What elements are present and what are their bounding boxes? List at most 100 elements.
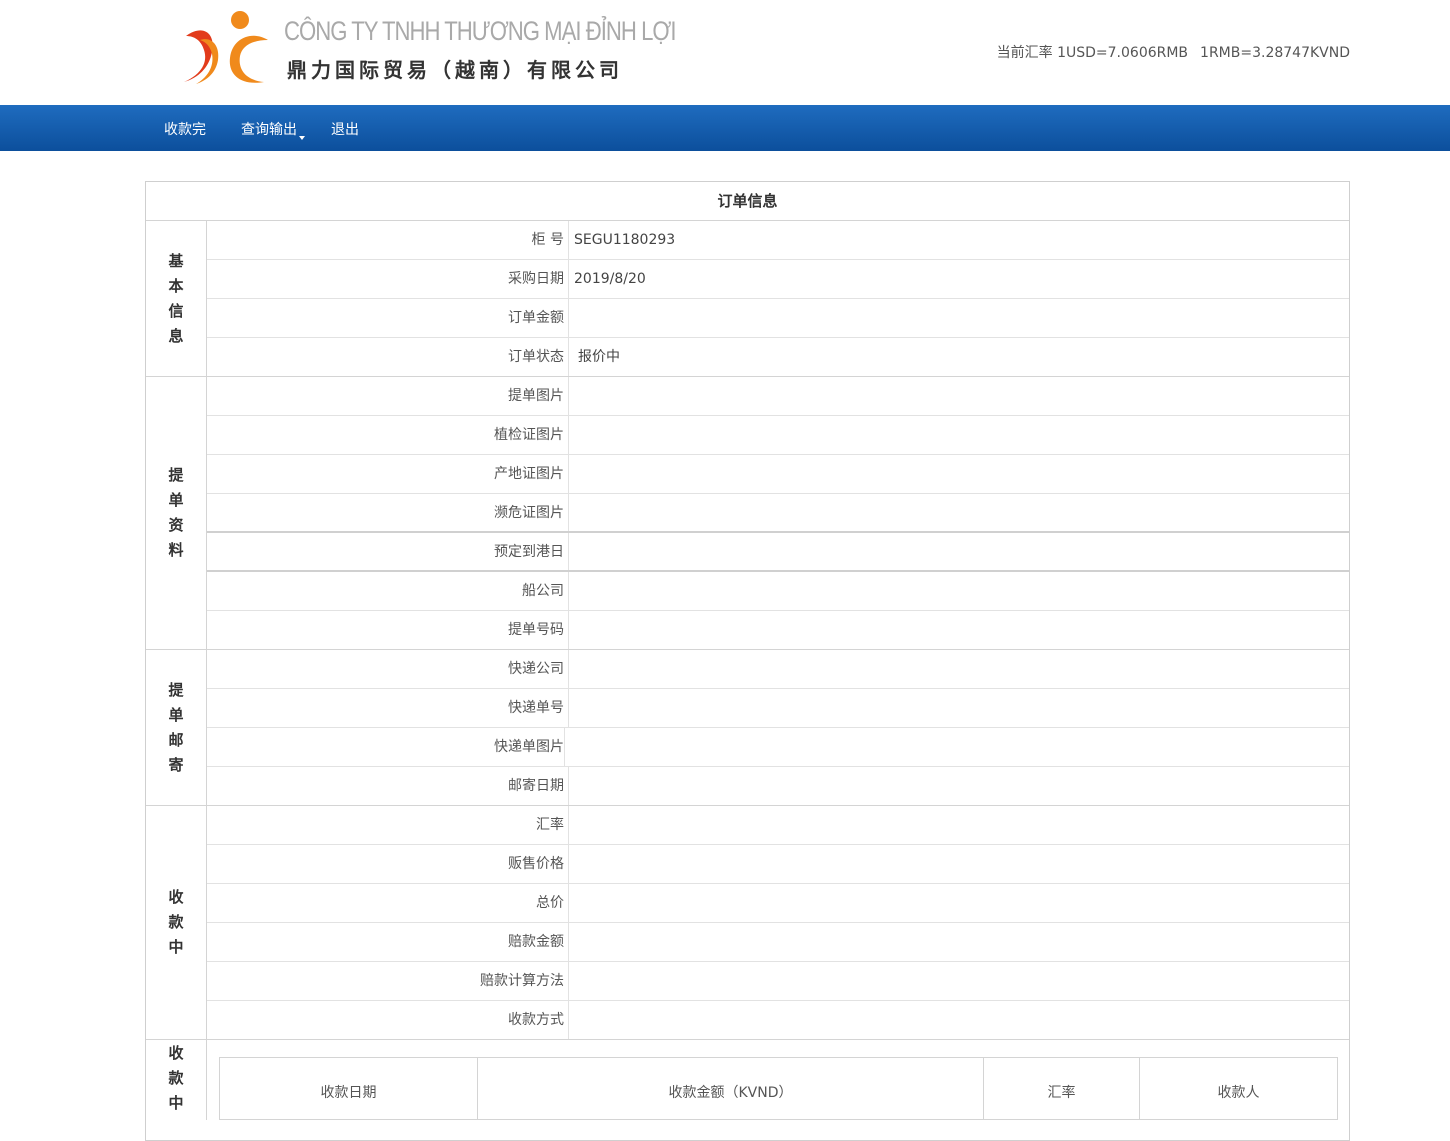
row-exchange-rate: 汇率 — [207, 806, 1349, 845]
group-label-char: 提 — [168, 680, 184, 699]
group-label-char: 款 — [168, 1069, 184, 1087]
field-label: 濒危证图片 — [207, 494, 569, 531]
group-label-char: 资 — [168, 516, 184, 534]
field-label: 订单状态 — [207, 338, 569, 376]
group-label-char: 收 — [168, 888, 184, 906]
exchange-rate: 当前汇率 1USD=7.0606RMB 1RMB=3.28747KVND — [997, 42, 1350, 62]
row-order-amount: 订单金额 — [207, 299, 1349, 338]
group-basic-info: 基 本 信 息 柜 号 SEGU1180293 采购日期 2019/8/20 订单金… — [146, 221, 1349, 377]
row-courier-number: 快递单号 — [207, 689, 1349, 728]
group-collecting: 收 款 中 汇率 贩售价格 总价 赔款金额 赔款计算方法 收款方式 — [146, 806, 1349, 1040]
field-value — [569, 689, 1349, 727]
row-compensation-method: 赔款计算方法 — [207, 962, 1349, 1001]
field-label: 邮寄日期 — [207, 767, 569, 805]
group-label-char: 单 — [168, 491, 184, 509]
group-label-char: 息 — [168, 326, 184, 345]
field-label: 采购日期 — [207, 260, 569, 298]
payment-table-header: 收款日期 收款金额（KVND） 汇率 收款人 — [219, 1057, 1338, 1120]
row-order-status: 订单状态 报价中 — [207, 338, 1349, 376]
company-name-vn: CÔNG TY TNHH THƯƠNG MẠI ĐỈNH LỢI — [284, 16, 677, 46]
field-value — [569, 923, 1349, 961]
group-label-char: 本 — [168, 276, 184, 295]
exchange-rate-rmb: 1RMB=3.28747KVND — [1200, 45, 1350, 61]
field-value — [569, 377, 1349, 415]
field-value — [569, 572, 1349, 610]
group-label-char: 信 — [168, 301, 184, 320]
field-value: 报价中 — [578, 349, 620, 365]
order-info-panel: 订单信息 基 本 信 息 柜 号 SEGU1180293 采购日期 2019/8/2… — [145, 181, 1350, 1141]
row-purchase-date: 采购日期 2019/8/20 — [207, 260, 1349, 299]
field-value — [569, 611, 1349, 649]
panel-title: 订单信息 — [146, 182, 1349, 221]
group-label-char: 寄 — [168, 755, 184, 774]
header: CÔNG TY TNHH THƯƠNG MẠI ĐỈNH LỢI 鼎力国际贸易（… — [0, 0, 1450, 105]
group-label-char: 中 — [168, 938, 184, 956]
row-shipping-company: 船公司 — [207, 572, 1349, 611]
company-logo-icon — [182, 6, 272, 86]
row-endangered-image: 濒危证图片 — [207, 494, 1349, 533]
row-courier-image: 快递单图片 — [207, 728, 1349, 767]
group-label-char: 料 — [168, 541, 184, 559]
field-label: 植检证图片 — [207, 416, 569, 454]
field-value — [569, 455, 1349, 493]
chevron-down-icon — [299, 136, 305, 140]
field-label: 订单金额 — [207, 299, 569, 337]
row-bill-image: 提单图片 — [207, 377, 1349, 416]
field-label: 提单号码 — [207, 611, 569, 649]
column-header: 汇率 — [983, 1057, 1140, 1120]
field-label: 总价 — [207, 884, 569, 922]
row-bill-number: 提单号码 — [207, 611, 1349, 649]
row-payment-method: 收款方式 — [207, 1001, 1349, 1039]
row-container-no: 柜 号 SEGU1180293 — [207, 221, 1349, 260]
group-label-collecting: 收 款 中 — [146, 806, 207, 1039]
field-value: 2019/8/20 — [574, 271, 646, 287]
column-header: 收款金额（KVND） — [477, 1057, 984, 1120]
group-payment-records: 收 款 中 收款日期 收款金额（KVND） 汇率 收款人 — [146, 1040, 1349, 1120]
row-phyto-image: 植检证图片 — [207, 416, 1349, 455]
field-label: 贩售价格 — [207, 845, 569, 883]
group-label-char: 邮 — [168, 730, 184, 749]
nav-item-collected[interactable]: 收款完 — [164, 119, 206, 139]
field-label: 快递单号 — [207, 689, 569, 727]
nav-item-logout[interactable]: 退出 — [331, 119, 359, 139]
field-value — [565, 728, 1349, 766]
field-value: SEGU1180293 — [574, 232, 676, 248]
payment-table: 收款日期 收款金额（KVND） 汇率 收款人 — [219, 1057, 1338, 1120]
nav-label: 查询输出 — [241, 122, 297, 138]
field-value — [569, 806, 1349, 844]
group-label-char: 单 — [168, 705, 184, 724]
group-label-bill-mailing: 提 单 邮 寄 — [146, 650, 207, 805]
row-sale-price: 贩售价格 — [207, 845, 1349, 884]
row-mail-date: 邮寄日期 — [207, 767, 1349, 805]
field-value — [569, 884, 1349, 922]
group-bill-docs: 提 单 资 料 提单图片 植检证图片 产地证图片 濒危证图片 预定到港日 船公司… — [146, 377, 1349, 650]
nav-item-query-export[interactable]: 查询输出 — [241, 119, 305, 140]
company-name-cn: 鼎力国际贸易（越南）有限公司 — [287, 58, 623, 82]
field-value — [569, 299, 1349, 337]
row-courier-company: 快递公司 — [207, 650, 1349, 689]
group-label-char: 中 — [168, 1094, 184, 1112]
group-label-char: 收 — [168, 1044, 184, 1062]
group-label-char: 提 — [168, 466, 184, 484]
group-bill-mailing: 提 单 邮 寄 快递公司 快递单号 快递单图片 邮寄日期 — [146, 650, 1349, 806]
field-label: 快递公司 — [207, 650, 569, 688]
nav-label: 退出 — [331, 122, 359, 138]
exchange-rate-usd: 当前汇率 1USD=7.0606RMB — [996, 45, 1189, 61]
field-value — [569, 1001, 1349, 1039]
field-label: 预定到港日 — [207, 533, 569, 570]
field-value — [569, 494, 1349, 531]
group-label-basic-info: 基 本 信 息 — [146, 221, 207, 376]
group-label-char: 基 — [168, 251, 184, 270]
field-label: 赔款金额 — [207, 923, 569, 961]
field-label: 赔款计算方法 — [207, 962, 569, 1000]
row-compensation-amount: 赔款金额 — [207, 923, 1349, 962]
field-label: 汇率 — [207, 806, 569, 844]
group-label-bill-docs: 提 单 资 料 — [146, 377, 207, 649]
field-value — [569, 650, 1349, 688]
row-total-price: 总价 — [207, 884, 1349, 923]
row-origin-image: 产地证图片 — [207, 455, 1349, 494]
field-value — [569, 845, 1349, 883]
column-header: 收款日期 — [219, 1057, 478, 1120]
field-value — [569, 962, 1349, 1000]
field-value — [569, 767, 1349, 805]
